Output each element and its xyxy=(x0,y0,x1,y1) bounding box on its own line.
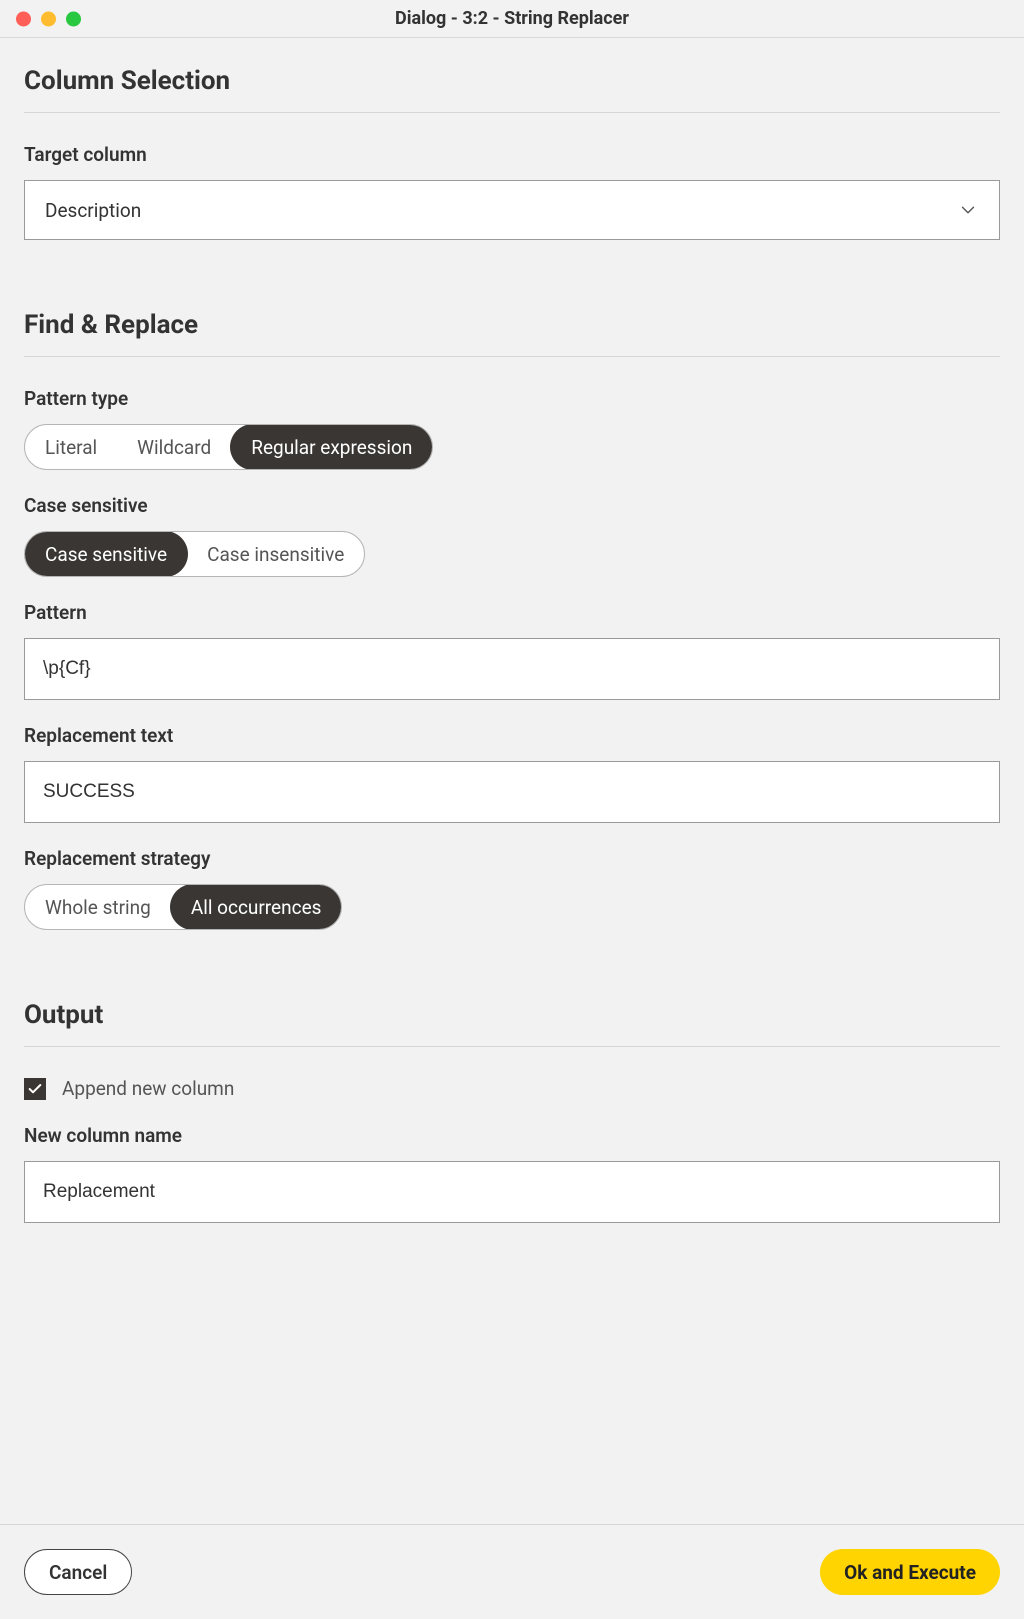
dialog-footer: Cancel Ok and Execute xyxy=(0,1524,1024,1619)
case-sensitive-segmented: Case sensitive Case insensitive xyxy=(24,531,365,577)
section-heading-column-selection: Column Selection xyxy=(24,66,1000,96)
maximize-window-button[interactable] xyxy=(66,11,81,26)
case-sensitive-label: Case sensitive xyxy=(24,494,1000,517)
pattern-type-segmented: Literal Wildcard Regular expression xyxy=(24,424,433,470)
section-heading-output: Output xyxy=(24,1000,1000,1030)
pattern-label: Pattern xyxy=(24,601,1000,624)
target-column-select[interactable]: Description xyxy=(24,180,1000,240)
minimize-window-button[interactable] xyxy=(41,11,56,26)
append-new-column-checkbox[interactable] xyxy=(24,1078,46,1100)
divider xyxy=(24,112,1000,113)
pattern-input[interactable] xyxy=(24,638,1000,700)
strategy-all-occurrences[interactable]: All occurrences xyxy=(170,884,343,930)
section-heading-find-replace: Find & Replace xyxy=(24,310,1000,340)
append-new-column-label: Append new column xyxy=(62,1077,234,1100)
divider xyxy=(24,356,1000,357)
pattern-type-literal[interactable]: Literal xyxy=(25,425,117,469)
titlebar: Dialog - 3:2 - String Replacer xyxy=(0,0,1024,38)
replacement-strategy-label: Replacement strategy xyxy=(24,847,1000,870)
strategy-whole-string[interactable]: Whole string xyxy=(25,885,171,929)
divider xyxy=(24,1046,1000,1047)
window-controls xyxy=(16,11,81,26)
ok-and-execute-button[interactable]: Ok and Execute xyxy=(820,1549,1000,1595)
case-sensitive-option[interactable]: Case sensitive xyxy=(24,531,188,577)
pattern-type-label: Pattern type xyxy=(24,387,1000,410)
window-title: Dialog - 3:2 - String Replacer xyxy=(0,8,1024,29)
pattern-type-wildcard[interactable]: Wildcard xyxy=(117,425,231,469)
pattern-type-regex[interactable]: Regular expression xyxy=(230,424,433,470)
close-window-button[interactable] xyxy=(16,11,31,26)
replacement-text-input[interactable] xyxy=(24,761,1000,823)
replacement-strategy-segmented: Whole string All occurrences xyxy=(24,884,342,930)
case-insensitive-option[interactable]: Case insensitive xyxy=(187,532,364,576)
replacement-text-label: Replacement text xyxy=(24,724,1000,747)
new-column-name-input[interactable] xyxy=(24,1161,1000,1223)
chevron-down-icon xyxy=(957,199,979,221)
new-column-name-label: New column name xyxy=(24,1124,1000,1147)
target-column-value: Description xyxy=(45,199,141,222)
cancel-button[interactable]: Cancel xyxy=(24,1549,132,1595)
target-column-label: Target column xyxy=(24,143,1000,166)
